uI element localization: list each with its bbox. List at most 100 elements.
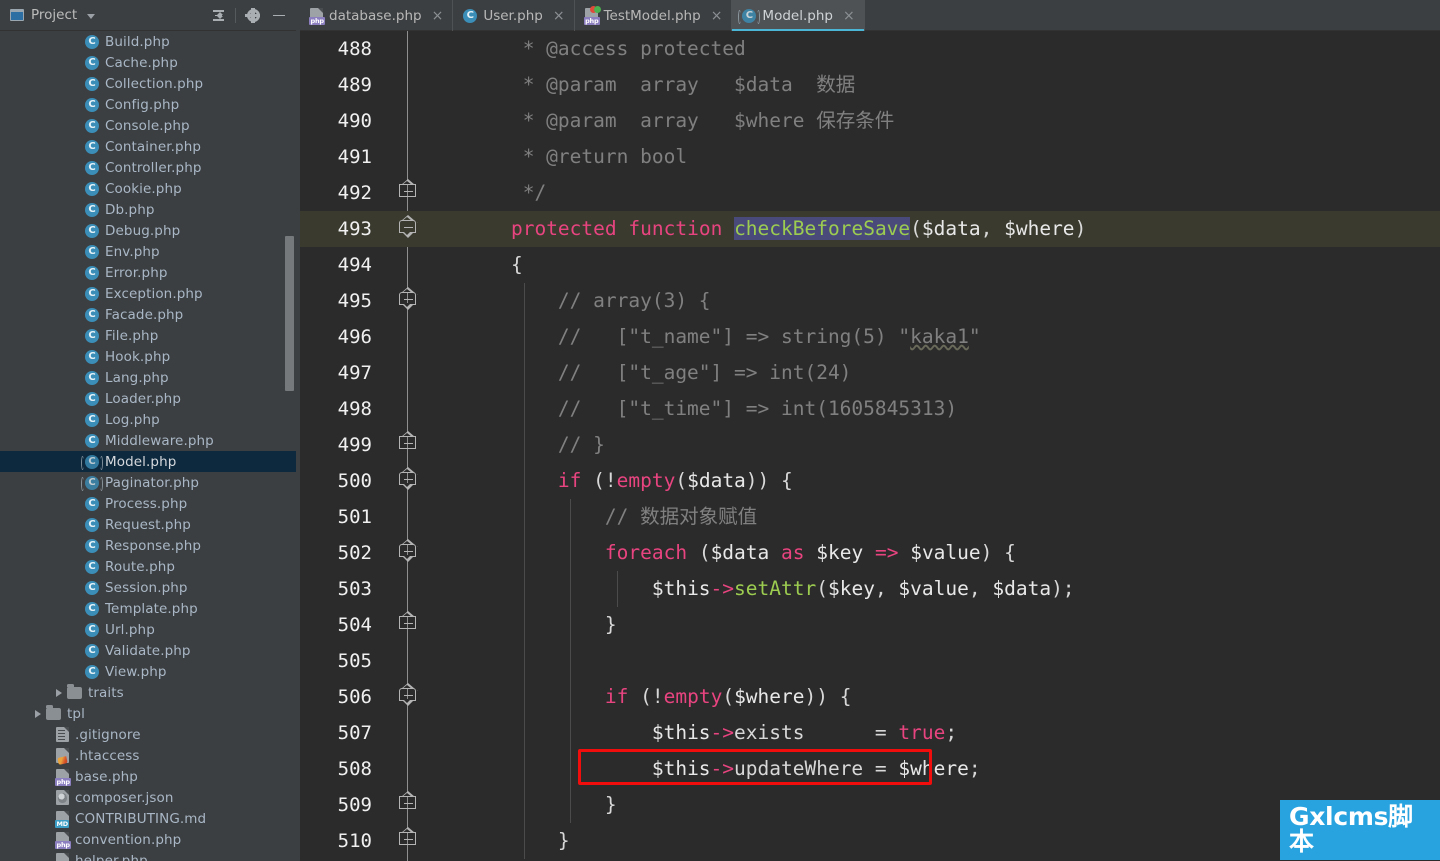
code-line[interactable]: 494 { <box>300 247 1440 283</box>
editor-gutter[interactable]: 491 <box>300 139 464 175</box>
editor-gutter[interactable]: 489 <box>300 67 464 103</box>
tree-item[interactable]: C Template.php <box>0 598 300 619</box>
code-line[interactable]: 504 } <box>300 607 1440 643</box>
expand-arrow-icon[interactable] <box>35 709 41 718</box>
tree-item[interactable]: C Route.php <box>0 556 300 577</box>
code-line[interactable]: 488 * @access protected <box>300 31 1440 67</box>
code-fold-toggle[interactable] <box>399 791 416 813</box>
sidebar-scrollbar-track[interactable] <box>285 31 294 861</box>
tree-item[interactable]: C Console.php <box>0 115 300 136</box>
tree-item[interactable]: C View.php <box>0 661 300 682</box>
tree-item[interactable]: MD CONTRIBUTING.md <box>0 808 300 829</box>
tree-item[interactable]: C Cache.php <box>0 52 300 73</box>
editor-gutter[interactable]: 495 <box>300 283 464 319</box>
editor-gutter[interactable]: 488 <box>300 31 464 67</box>
code-line[interactable]: 498 // ["t_time"] => int(1605845313) <box>300 391 1440 427</box>
editor-gutter[interactable]: 493 <box>300 211 464 247</box>
code-fold-toggle[interactable] <box>399 539 416 562</box>
tree-item[interactable]: C Facade.php <box>0 304 300 325</box>
tree-item[interactable]: composer.json <box>0 787 300 808</box>
expand-arrow-icon[interactable] <box>56 688 62 697</box>
tree-item[interactable]: C Model.php <box>0 451 300 472</box>
editor-tab[interactable]: C Model.php × <box>732 0 865 31</box>
editor-gutter[interactable]: 501 <box>300 499 464 535</box>
code-line[interactable]: 492 */ <box>300 175 1440 211</box>
tree-item[interactable]: C Middleware.php <box>0 430 300 451</box>
editor-gutter[interactable]: 504 <box>300 607 464 643</box>
code-fold-toggle[interactable] <box>399 431 416 453</box>
tree-item[interactable]: C Process.php <box>0 493 300 514</box>
editor-gutter[interactable]: 498 <box>300 391 464 427</box>
code-line[interactable]: 510 } <box>300 823 1440 859</box>
editor-gutter[interactable]: 499 <box>300 427 464 463</box>
tree-item[interactable]: C Validate.php <box>0 640 300 661</box>
tree-item[interactable]: C Env.php <box>0 241 300 262</box>
project-tool-window-button[interactable]: Project <box>10 7 96 23</box>
code-fold-toggle[interactable] <box>399 215 416 238</box>
tree-item[interactable]: .gitignore <box>0 724 300 745</box>
collapse-all-button[interactable] <box>205 3 231 29</box>
tree-item[interactable]: C Container.php <box>0 136 300 157</box>
code-line[interactable]: 493 protected function checkBeforeSave($… <box>300 211 1440 247</box>
tree-item[interactable]: C Log.php <box>0 409 300 430</box>
editor-tab[interactable]: C User.php × <box>453 0 575 31</box>
tree-item[interactable]: traits <box>0 682 300 703</box>
tree-item[interactable]: .htaccess <box>0 745 300 766</box>
code-line[interactable]: 506 if (!empty($where)) { <box>300 679 1440 715</box>
tree-item[interactable]: C Collection.php <box>0 73 300 94</box>
tree-item[interactable]: C Loader.php <box>0 388 300 409</box>
code-fold-toggle[interactable] <box>399 611 416 633</box>
code-fold-toggle[interactable] <box>399 287 416 310</box>
close-icon[interactable]: × <box>711 9 723 23</box>
close-icon[interactable]: × <box>553 9 565 23</box>
editor-gutter[interactable]: 505 <box>300 643 464 679</box>
code-fold-toggle[interactable] <box>399 467 416 490</box>
tree-item[interactable]: C Db.php <box>0 199 300 220</box>
code-line[interactable]: 508 $this->updateWhere = $where; <box>300 751 1440 787</box>
tree-item[interactable]: C Controller.php <box>0 157 300 178</box>
editor-gutter[interactable]: 494 <box>300 247 464 283</box>
code-line[interactable]: 491 * @return bool <box>300 139 1440 175</box>
code-line[interactable]: 501 // 数据对象赋值 <box>300 499 1440 535</box>
minimize-button[interactable] <box>266 3 292 29</box>
tree-item[interactable]: C Paginator.php <box>0 472 300 493</box>
tree-item[interactable]: C Request.php <box>0 514 300 535</box>
project-file-tree[interactable]: C Build.php C Cache.php C Collection.php C Conf… <box>0 31 300 861</box>
code-line[interactable]: 490 * @param array $where 保存条件 <box>300 103 1440 139</box>
editor-gutter[interactable]: 509 <box>300 787 464 823</box>
settings-button[interactable] <box>240 3 266 29</box>
code-editor[interactable]: 488 * @access protected 489 * @param arra… <box>300 31 1440 861</box>
editor-gutter[interactable]: 497 <box>300 355 464 391</box>
chevron-down-icon[interactable] <box>87 13 96 19</box>
tree-item[interactable]: C Build.php <box>0 31 300 52</box>
code-line[interactable]: 497 // ["t_age"] => int(24) <box>300 355 1440 391</box>
tree-item[interactable]: C Cookie.php <box>0 178 300 199</box>
code-line[interactable]: 509 } <box>300 787 1440 823</box>
code-line[interactable]: 489 * @param array $data 数据 <box>300 67 1440 103</box>
tree-item[interactable]: C Lang.php <box>0 367 300 388</box>
code-line[interactable]: 502 foreach ($data as $key => $value) { <box>300 535 1440 571</box>
code-fold-toggle[interactable] <box>399 683 416 706</box>
code-line[interactable]: 507 $this->exists = true; <box>300 715 1440 751</box>
tree-item[interactable]: C File.php <box>0 325 300 346</box>
editor-gutter[interactable]: 506 <box>300 679 464 715</box>
code-line[interactable]: 495 // array(3) { <box>300 283 1440 319</box>
editor-gutter[interactable]: 490 <box>300 103 464 139</box>
editor-gutter[interactable]: 503 <box>300 571 464 607</box>
tree-item[interactable]: C Debug.php <box>0 220 300 241</box>
tree-item[interactable]: C Url.php <box>0 619 300 640</box>
editor-gutter[interactable]: 507 <box>300 715 464 751</box>
editor-gutter[interactable]: 510 <box>300 823 464 859</box>
close-icon[interactable]: × <box>432 9 444 23</box>
tree-item[interactable]: C Exception.php <box>0 283 300 304</box>
sidebar-scrollbar-thumb[interactable] <box>285 236 294 391</box>
tree-item[interactable]: php helper.php <box>0 850 300 861</box>
tree-item[interactable]: C Response.php <box>0 535 300 556</box>
code-line[interactable]: 496 // ["t_name"] => string(5) "kaka1" <box>300 319 1440 355</box>
editor-gutter[interactable]: 502 <box>300 535 464 571</box>
tree-item[interactable]: C Error.php <box>0 262 300 283</box>
tree-item[interactable]: php convention.php <box>0 829 300 850</box>
code-line[interactable]: 503 $this->setAttr($key, $value, $data); <box>300 571 1440 607</box>
editor-tab[interactable]: php database.php × <box>300 0 454 31</box>
tree-item[interactable]: C Hook.php <box>0 346 300 367</box>
